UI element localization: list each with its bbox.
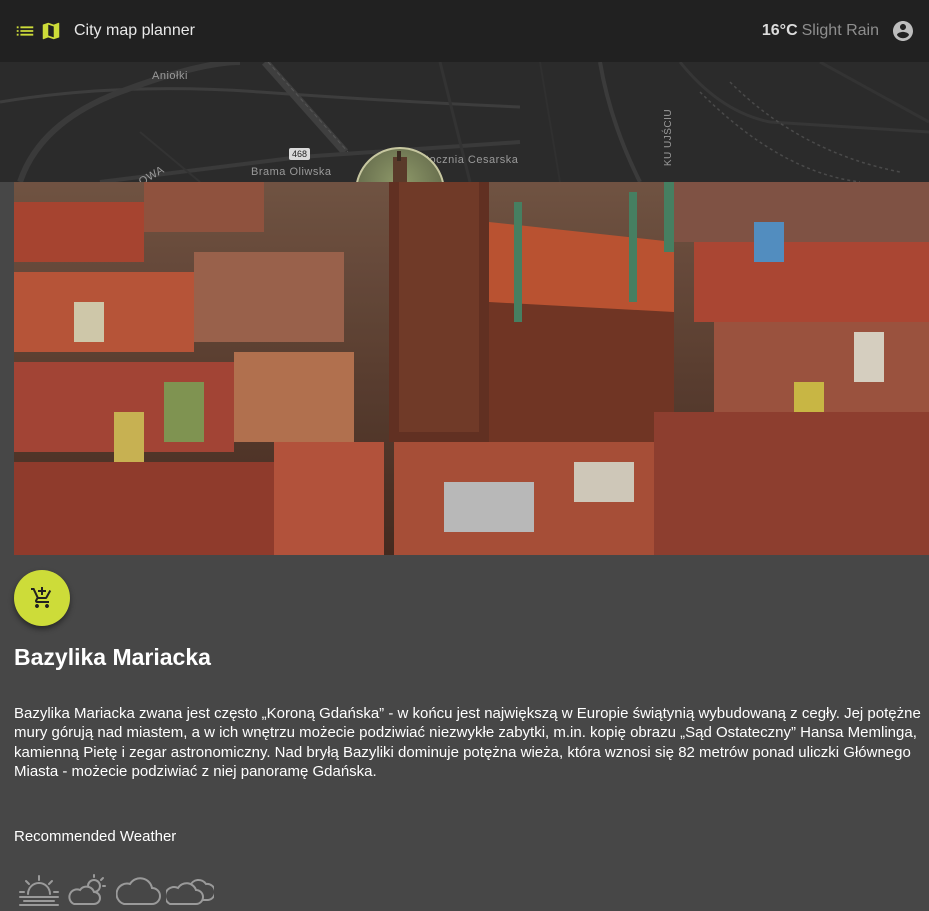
app-bar: City map planner 16°C Slight Rain	[0, 0, 929, 62]
place-title: Bazylika Mariacka	[14, 644, 211, 670]
place-description: Bazylika Mariacka zwana jest często „Kor…	[14, 705, 921, 781]
add-shopping-cart-icon	[30, 586, 54, 610]
map-label-brama-oliwska: Brama Oliwska	[251, 166, 332, 178]
add-to-plan-button[interactable]	[14, 570, 70, 626]
recommended-weather-icons	[16, 872, 218, 906]
clouds-icon	[166, 872, 214, 906]
map-label-aniolki: Aniołki	[152, 70, 188, 82]
app-title: City map planner	[74, 22, 195, 39]
list-icon[interactable]	[14, 20, 36, 42]
map-icon[interactable]	[40, 20, 62, 42]
road-number-badge: 468	[289, 148, 311, 160]
account-circle-icon[interactable]	[891, 19, 915, 43]
place-photo	[14, 182, 929, 555]
partly-cloudy-icon	[66, 872, 112, 906]
cloud-icon	[116, 872, 162, 906]
app-bar-left: City map planner	[14, 20, 195, 42]
map-label-ku-ujsciu: KU UJŚCIU	[663, 108, 675, 167]
weather-status: 16°C Slight Rain	[762, 19, 915, 43]
temperature: 16°C	[761, 22, 798, 39]
map-view[interactable]: Aniołki 468 Brama Oliwska tocznia Cesars…	[0, 62, 929, 182]
recommended-weather-label: Recommended Weather	[14, 828, 177, 845]
sunrise-icon	[16, 872, 62, 906]
place-map-marker[interactable]	[355, 147, 445, 182]
weather-condition: Slight Rain	[801, 22, 879, 39]
